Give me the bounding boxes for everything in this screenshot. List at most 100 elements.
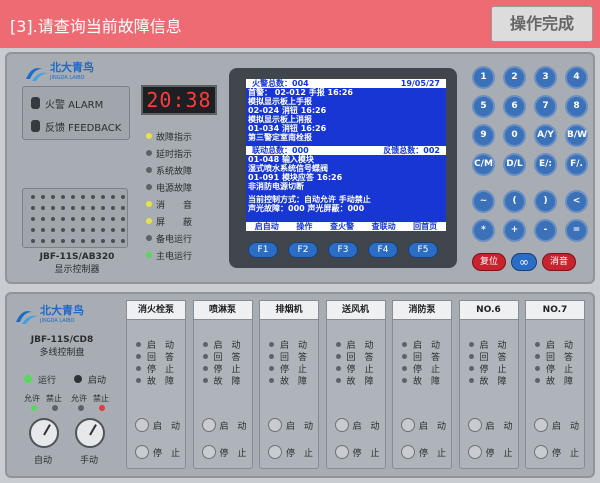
feedback-total: 反馈总数：002	[383, 146, 440, 155]
auto-key-switch[interactable]	[29, 418, 59, 448]
keypad-key[interactable]: 9	[472, 124, 495, 147]
done-button[interactable]: 操作完成	[491, 6, 593, 42]
speaker-grille	[22, 188, 128, 248]
keypad-key[interactable]: ~	[472, 190, 495, 213]
f1-key[interactable]: F1	[248, 242, 278, 258]
pump-status-label: 故 障	[280, 377, 308, 387]
pump-column-title: 送风机	[325, 300, 386, 320]
pump-status-label: 故 障	[413, 377, 441, 387]
pump-control-button[interactable]	[268, 445, 282, 459]
f3-key[interactable]: F3	[328, 242, 358, 258]
keypad-key[interactable]: C/M	[472, 153, 495, 176]
controller-model-sub: 显示控制器	[54, 265, 100, 275]
loop-button[interactable]: ∞	[511, 253, 537, 271]
keypad-key[interactable]: 1	[472, 66, 495, 89]
pump-control-button[interactable]	[467, 418, 482, 432]
pump-control-button[interactable]	[334, 445, 349, 459]
lcd-menu-item: 启自动	[254, 222, 279, 231]
speaker-hole	[91, 239, 95, 243]
pump-control-label: 启 动	[419, 422, 447, 432]
pump-control-button[interactable]	[201, 418, 216, 432]
pump-status-lamp	[468, 342, 474, 347]
alarm-label: 火警 ALARM	[45, 100, 104, 111]
status-lamp-power	[146, 184, 152, 190]
speaker-hole	[61, 239, 65, 243]
keypad-key[interactable]: 8	[565, 95, 588, 118]
pump-control-button[interactable]	[467, 445, 482, 459]
lcd-line: 01-048 输入模块	[248, 155, 314, 164]
keypad-key[interactable]: -	[534, 219, 557, 242]
f5-key[interactable]: F5	[408, 242, 438, 258]
pump-column: 排烟机启 动回 答停 止故 障启 动停 止	[259, 300, 319, 469]
pump-status-lamp	[335, 354, 341, 359]
keypad-key[interactable]: 5	[472, 95, 495, 118]
pump-status-lamp	[402, 342, 407, 347]
run-lamp	[24, 375, 32, 383]
pump-status-label: 故 障	[147, 377, 175, 387]
lcd-menu-item: 查联动	[371, 222, 396, 231]
pump-control-label: 停 止	[485, 449, 513, 459]
pump-control-button[interactable]	[268, 418, 282, 432]
keypad-key[interactable]: 2	[503, 66, 526, 89]
pump-control-label: 停 止	[352, 449, 380, 459]
pump-control-button[interactable]	[135, 418, 149, 432]
keypad-key[interactable]: =	[565, 219, 588, 242]
brand-logo-icon	[16, 311, 38, 324]
keypad-key[interactable]: 4	[565, 66, 588, 89]
keypad-key[interactable]: *	[472, 219, 495, 242]
manual-allow-lamp	[78, 405, 84, 411]
pump-status-lamp	[468, 378, 474, 383]
f4-key[interactable]: F4	[368, 242, 398, 258]
speaker-hole	[51, 217, 55, 221]
pump-control-button[interactable]	[534, 418, 548, 432]
keypad-key[interactable]: A/Y	[534, 124, 557, 147]
reset-button[interactable]: 复位	[472, 253, 506, 271]
pump-status-lamp	[335, 366, 341, 371]
keypad-key[interactable]: <	[565, 190, 588, 213]
keypad-key[interactable]: F/.	[565, 153, 588, 176]
f2-key[interactable]: F2	[288, 242, 318, 258]
linkage-total: 联动总数：000	[252, 146, 309, 155]
speaker-hole	[81, 206, 85, 210]
pump-control-label: 启 动	[153, 422, 181, 432]
pump-control-button[interactable]	[401, 445, 415, 459]
manual-key-switch[interactable]	[75, 418, 105, 448]
lcd-date: 19/05/27	[400, 79, 440, 88]
speaker-hole	[41, 206, 45, 210]
manual-forbid-lamp	[99, 405, 105, 411]
pump-status-lamp	[269, 354, 274, 359]
keypad-key[interactable]: 7	[534, 95, 557, 118]
pump-status-lamp	[202, 378, 208, 383]
keypad-key[interactable]: )	[534, 190, 557, 213]
lcd-linkage-header: 联动总数：000 反馈总数：002	[246, 146, 446, 155]
pump-status-lamp	[335, 342, 341, 347]
mute-button[interactable]: 消音	[542, 253, 576, 271]
speaker-hole	[121, 239, 125, 243]
pump-control-button[interactable]	[334, 418, 349, 432]
speaker-hole	[91, 195, 95, 199]
pump-control-button[interactable]	[401, 418, 415, 432]
speaker-hole	[71, 206, 75, 210]
pump-control-button[interactable]	[135, 445, 149, 459]
feedback-label: 反馈 FEEDBACK	[45, 123, 122, 134]
keypad-key[interactable]: 0	[503, 124, 526, 147]
keypad-key[interactable]: 6	[503, 95, 526, 118]
keypad-key[interactable]: +	[503, 219, 526, 242]
speaker-hole	[31, 228, 35, 232]
pump-status-lamp	[535, 354, 540, 359]
panel-model: JBF-11S/CD8 多线控制盘	[14, 335, 110, 358]
keypad-key[interactable]: (	[503, 190, 526, 213]
pump-control-label: 启 动	[219, 422, 247, 432]
speaker-hole	[91, 206, 95, 210]
keypad-key[interactable]: E/:	[534, 153, 557, 176]
keypad-key[interactable]: 3	[534, 66, 557, 89]
speaker-hole	[61, 228, 65, 232]
pump-status-lamp	[136, 354, 141, 359]
speaker-hole	[61, 195, 65, 199]
pump-control-label: 启 动	[485, 422, 513, 432]
speaker-hole	[111, 195, 115, 199]
keypad-key[interactable]: D/L	[503, 153, 526, 176]
pump-control-button[interactable]	[534, 445, 548, 459]
keypad-key[interactable]: B/W	[565, 124, 588, 147]
pump-control-button[interactable]	[201, 445, 216, 459]
